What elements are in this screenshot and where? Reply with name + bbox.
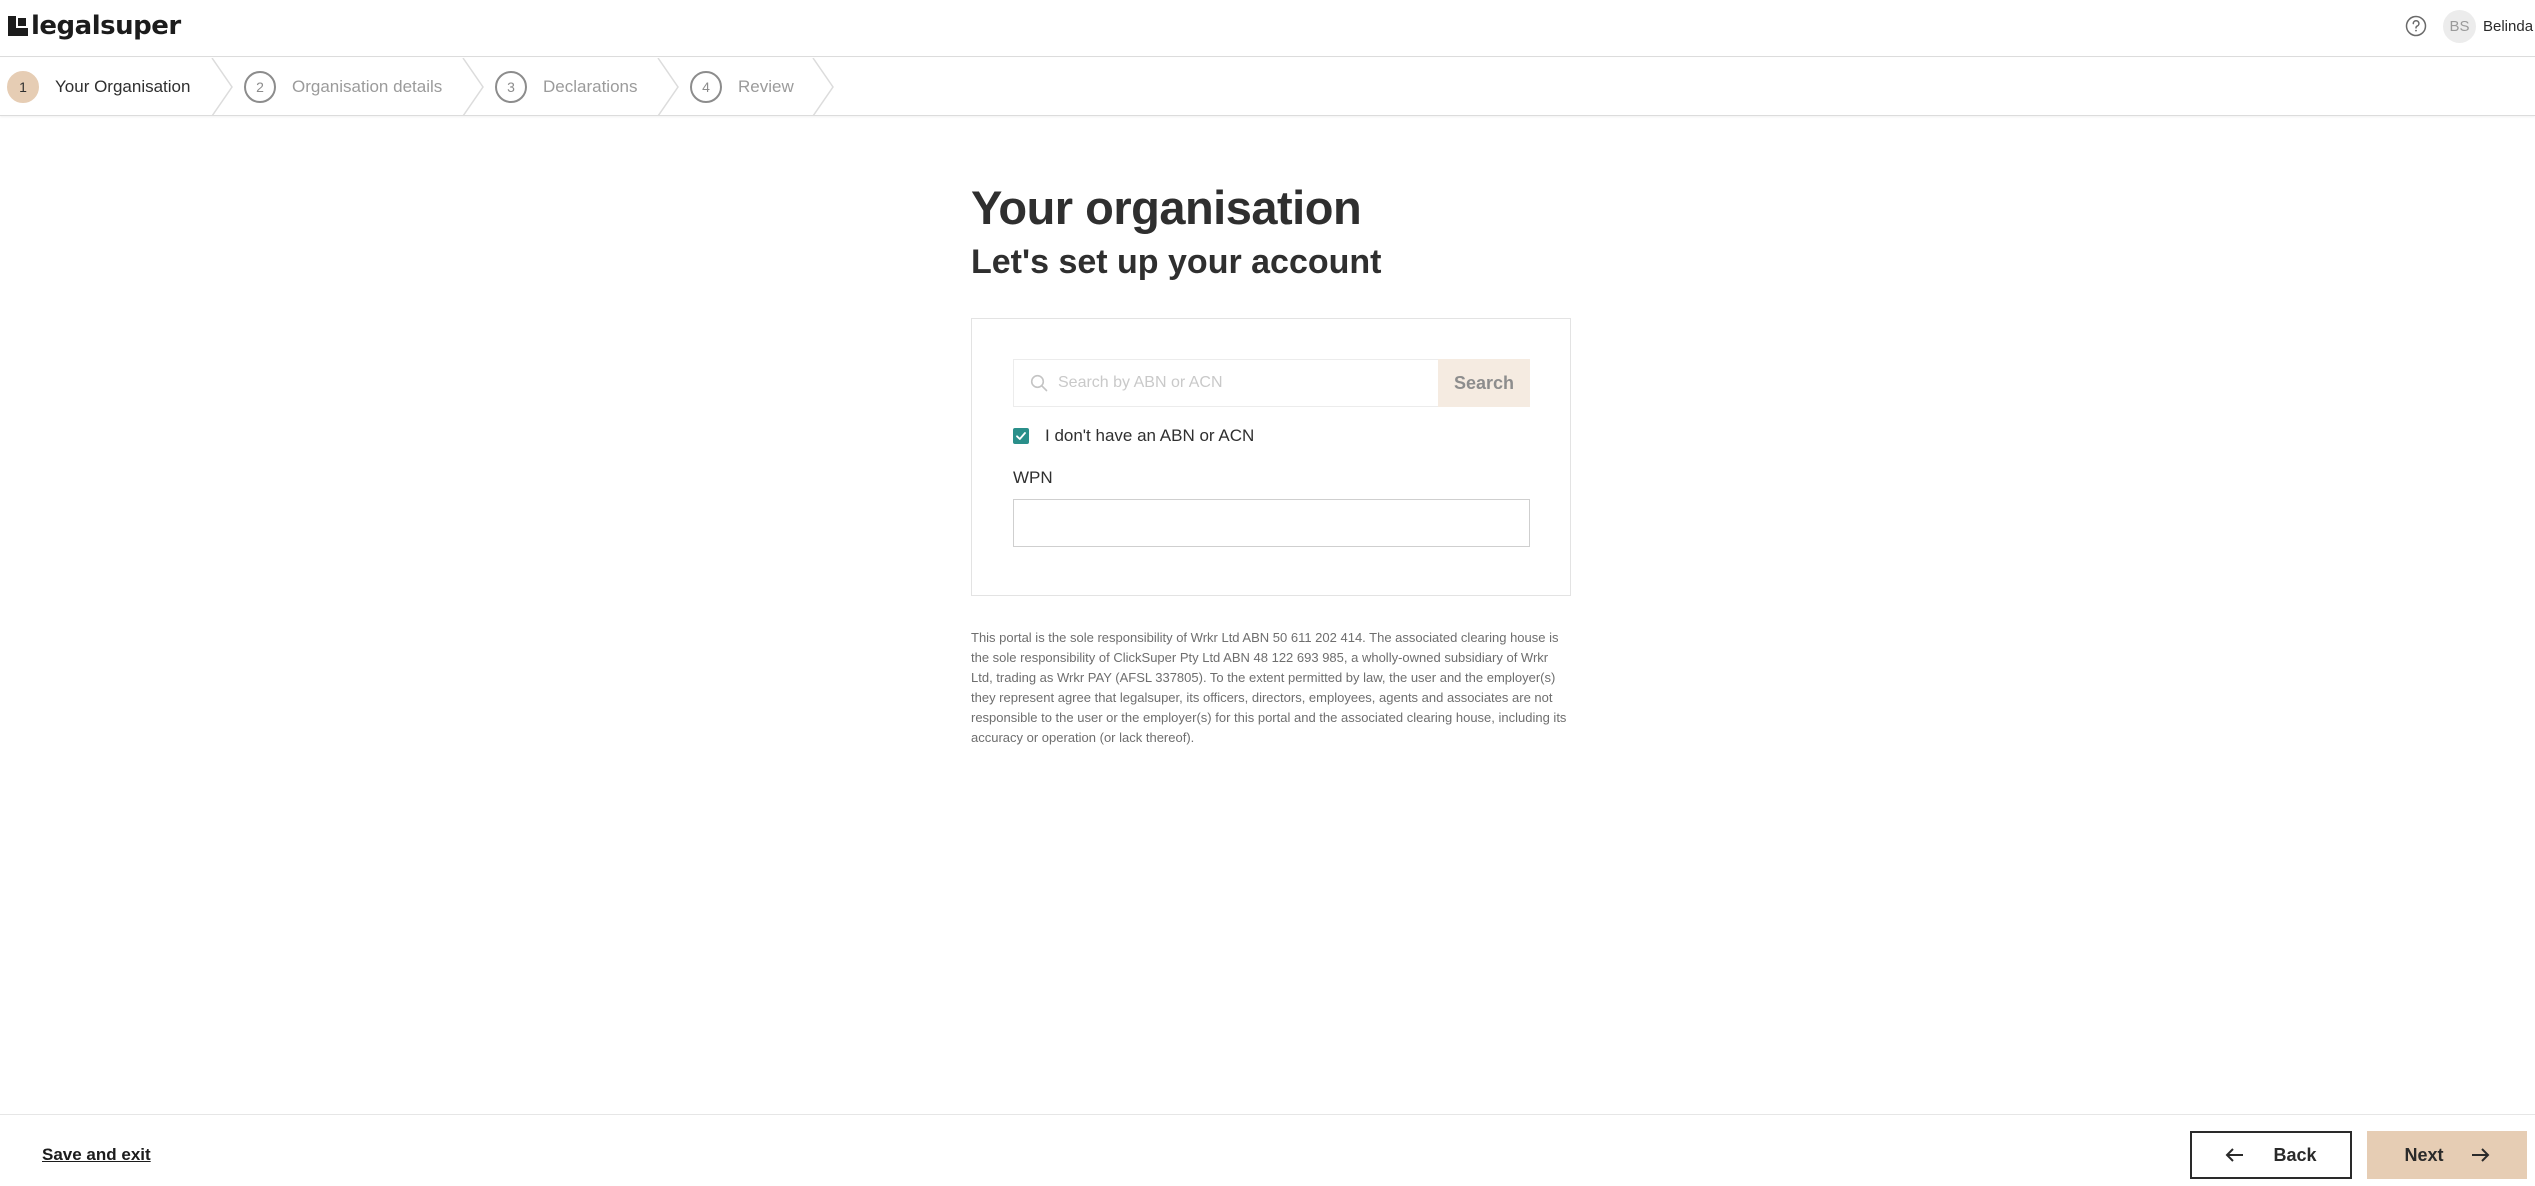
legal-disclaimer: This portal is the sole responsibility o… bbox=[971, 630, 1567, 745]
step-number: 4 bbox=[690, 71, 722, 103]
wpn-input[interactable] bbox=[1013, 499, 1530, 547]
step-separator-icon bbox=[812, 58, 834, 116]
brand-logo[interactable]: legalsuper bbox=[8, 10, 181, 42]
next-button-label: Next bbox=[2404, 1144, 2444, 1165]
wpn-label: WPN bbox=[1013, 468, 1053, 487]
footer-bar: Save and exit Back Next bbox=[0, 1114, 2535, 1186]
no-abn-checkbox-row[interactable]: I don't have an ABN or ACN bbox=[1013, 426, 1254, 446]
progress-stepper: 1 Your Organisation 2 Organisation detai… bbox=[0, 58, 2535, 116]
step-number: 2 bbox=[244, 71, 276, 103]
step-label: Organisation details bbox=[292, 77, 443, 96]
question-circle-icon[interactable] bbox=[2405, 15, 2427, 37]
user-name[interactable]: Belinda bbox=[2483, 18, 2535, 35]
avatar[interactable]: BS bbox=[2443, 9, 2476, 43]
logo-mark-icon bbox=[8, 16, 28, 36]
step-review[interactable]: 4 Review bbox=[690, 58, 794, 116]
no-abn-checkbox[interactable] bbox=[1013, 428, 1029, 444]
organisation-lookup-card: Search I don't have an ABN or ACN WPN bbox=[971, 318, 1571, 596]
save-and-exit-link[interactable]: Save and exit bbox=[42, 1145, 151, 1165]
step-separator-icon bbox=[657, 58, 679, 116]
arrow-right-icon bbox=[2471, 1148, 2489, 1162]
page-subtitle: Let's set up your account bbox=[971, 243, 1382, 281]
step-declarations[interactable]: 3 Declarations bbox=[495, 58, 638, 116]
step-label: Your Organisation bbox=[55, 77, 191, 96]
no-abn-checkbox-label[interactable]: I don't have an ABN or ACN bbox=[1045, 426, 1254, 446]
search-button[interactable]: Search bbox=[1438, 359, 1530, 407]
back-button-label: Back bbox=[2273, 1144, 2317, 1165]
page-title: Your organisation bbox=[971, 181, 1362, 234]
step-label: Declarations bbox=[543, 77, 638, 96]
top-header: legalsuper BS Belinda bbox=[0, 0, 2535, 57]
step-number: 3 bbox=[495, 71, 527, 103]
arrow-left-icon bbox=[2226, 1148, 2244, 1162]
brand-name: legalsuper bbox=[31, 11, 181, 41]
abn-search-group: Search bbox=[1013, 359, 1530, 407]
next-button[interactable]: Next bbox=[2367, 1131, 2527, 1179]
search-field-container[interactable] bbox=[1013, 359, 1438, 407]
step-your-organisation[interactable]: 1 Your Organisation bbox=[7, 58, 190, 116]
step-label: Review bbox=[738, 77, 794, 96]
step-separator-icon bbox=[462, 58, 484, 116]
back-button[interactable]: Back bbox=[2190, 1131, 2352, 1179]
step-separator-icon bbox=[211, 58, 233, 116]
check-icon bbox=[1016, 432, 1026, 440]
step-organisation-details[interactable]: 2 Organisation details bbox=[244, 58, 442, 116]
step-number: 1 bbox=[7, 71, 39, 103]
user-area: BS Belinda bbox=[2405, 9, 2535, 43]
abn-search-input[interactable] bbox=[1058, 374, 1438, 392]
search-icon bbox=[1030, 374, 1048, 392]
